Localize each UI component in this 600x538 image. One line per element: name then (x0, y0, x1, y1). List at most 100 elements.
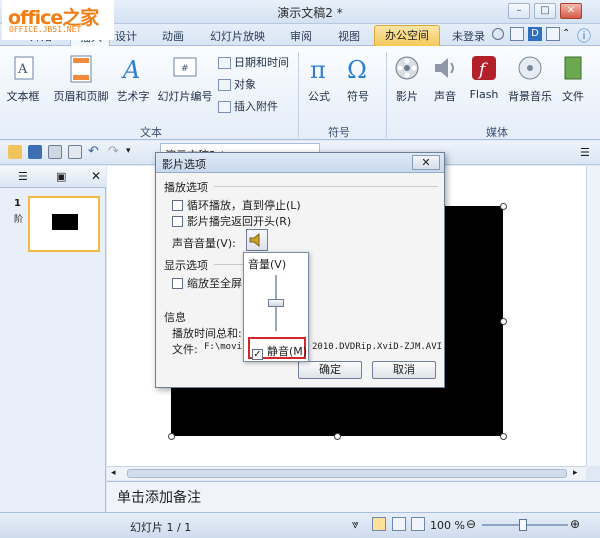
info-icon[interactable]: ⓘ (577, 26, 591, 46)
resize-handle[interactable] (500, 203, 507, 210)
slide-panel-tabs: ☰ ▣ ✕ (0, 166, 106, 188)
resize-handle[interactable] (500, 433, 507, 440)
svg-text:π: π (310, 56, 326, 84)
fullscreen-label: 缩放至全屏 (187, 277, 242, 290)
chevron-up-icon[interactable]: ⌃ (562, 28, 570, 39)
slideshow-view-icon[interactable] (411, 517, 425, 531)
paperclip-icon (218, 101, 231, 113)
tab-design[interactable]: 设计 (115, 28, 137, 44)
group-label-symbol: 符号 (328, 126, 350, 139)
slide-thumbnail[interactable] (28, 196, 100, 252)
wordart-button[interactable]: A 艺术字 (114, 54, 152, 104)
minimize-button[interactable]: – (508, 3, 530, 19)
scroll-left-icon[interactable]: ◂ (111, 468, 116, 478)
file-button[interactable]: 文件 (558, 54, 588, 104)
vertical-scrollbar[interactable] (586, 166, 600, 466)
date-time-button[interactable]: 日期和时间 (218, 54, 289, 70)
zoom-out-icon[interactable]: ⊖ (466, 517, 476, 531)
sound-button[interactable]: 声音 (428, 54, 462, 104)
ribbon: A 文本框 页眉和页脚 A 艺术字 # 幻灯片编号 日期和时间 对象 插入附件 … (0, 46, 600, 140)
movie-button[interactable]: 影片 (390, 54, 424, 104)
mute-checkbox[interactable]: ✓ 静音(M) (252, 343, 307, 360)
undo-icon[interactable]: ↶ (88, 144, 99, 159)
fullscreen-checkbox-box[interactable] (172, 278, 183, 289)
loop-checkbox-box[interactable] (172, 200, 183, 211)
header-footer-button[interactable]: 页眉和页脚 (52, 54, 110, 104)
calendar-icon (218, 57, 231, 69)
wordart-label: 艺术字 (116, 90, 150, 103)
background-music-button[interactable]: 背景音乐 (506, 54, 554, 104)
object-button[interactable]: 对象 (218, 76, 256, 92)
slide-number-button[interactable]: # 幻灯片编号 (156, 54, 214, 104)
cancel-button[interactable]: 取消 (372, 361, 436, 379)
dialog-close-button[interactable]: ✕ (412, 155, 440, 170)
menu-list-icon[interactable]: ☰ (580, 146, 590, 159)
group-label-text: 文本 (140, 126, 162, 139)
sorter-view-icon[interactable] (392, 517, 406, 531)
scroll-right-icon[interactable]: ▸ (573, 468, 578, 478)
zoom-slider-thumb[interactable] (519, 519, 527, 531)
group-label-media: 媒体 (486, 126, 508, 139)
info-section-label: 信息 (164, 311, 186, 324)
tab-animation[interactable]: 动画 (162, 28, 184, 44)
close-button[interactable]: ✕ (560, 3, 582, 19)
rewind-checkbox[interactable]: 影片播完返回开头(R) (172, 213, 291, 229)
rewind-checkbox-box[interactable] (172, 216, 183, 227)
pi-icon: π (305, 54, 333, 84)
document-icon[interactable] (546, 27, 560, 41)
filter-icon[interactable]: ⩔ (352, 517, 359, 532)
tab-view[interactable]: 视图 (338, 28, 360, 44)
tab-slideshow[interactable]: 幻灯片放映 (210, 28, 265, 44)
window-title: 演示文稿2 * (277, 6, 343, 20)
qat-dropdown-icon[interactable]: ▾ (126, 146, 131, 156)
scroll-thumb[interactable] (127, 469, 567, 478)
slides-tab-icon[interactable]: ▣ (56, 170, 66, 183)
svg-text:#: # (181, 64, 189, 74)
flash-button[interactable]: f Flash (466, 54, 502, 101)
object-icon (218, 79, 231, 91)
file-path-end: 2010.DVDRip.XviD-ZJM.AVI (312, 342, 443, 352)
slide-number-label: 幻灯片编号 (157, 90, 213, 103)
fullscreen-checkbox[interactable]: 缩放至全屏 (172, 275, 242, 291)
save-icon[interactable] (28, 145, 42, 159)
print-preview-icon[interactable] (68, 145, 82, 159)
file-icon (559, 54, 587, 84)
slide-panel: ☰ ▣ ✕ 1 阶 (0, 166, 106, 512)
status-bar: 幻灯片 1 / 1 ⩔ 100 % ⊖ ⊕ (0, 512, 600, 538)
insert-attachment-button[interactable]: 插入附件 (218, 98, 278, 114)
help-icon[interactable] (492, 28, 504, 40)
tab-review[interactable]: 审阅 (290, 28, 312, 44)
maximize-button[interactable]: □ (534, 3, 556, 19)
movie-label: 影片 (396, 90, 418, 103)
print-icon[interactable] (48, 145, 62, 159)
tab-office-space[interactable]: 办公空间 (374, 25, 440, 46)
textbox-icon: A (9, 54, 37, 84)
textbox-label: 文本框 (6, 90, 40, 103)
loop-checkbox[interactable]: 循环播放，直到停止(L) (172, 197, 301, 213)
mute-checkbox-box[interactable]: ✓ (252, 349, 263, 360)
symbol-button[interactable]: Ω 符号 (340, 54, 376, 104)
textbox-button[interactable]: A 文本框 (2, 54, 44, 104)
skin-icon[interactable] (510, 27, 524, 41)
ok-button[interactable]: 确定 (298, 361, 362, 379)
volume-button[interactable] (246, 229, 268, 251)
mute-label: 静音(M) (267, 345, 308, 358)
login-link[interactable]: 未登录 (452, 28, 485, 44)
close-panel-icon[interactable]: ✕ (91, 169, 101, 183)
resize-handle[interactable] (500, 318, 507, 325)
volume-slider-thumb[interactable] (268, 299, 284, 307)
zoom-in-icon[interactable]: ⊕ (570, 517, 580, 531)
redo-icon[interactable]: ↷ (108, 144, 119, 159)
notes-pane[interactable]: 单击添加备注 (107, 481, 600, 512)
resize-handle[interactable] (168, 433, 175, 440)
logo-url: OFFICE.JB51.NET (9, 25, 82, 34)
file-label: 文件: (172, 343, 198, 356)
formula-button[interactable]: π 公式 (302, 54, 336, 104)
d-logo-icon[interactable]: D (528, 27, 542, 41)
open-folder-icon[interactable] (8, 145, 22, 159)
object-label: 对象 (234, 78, 256, 91)
normal-view-icon[interactable] (372, 517, 386, 531)
horizontal-scrollbar[interactable]: ◂ ▸ (107, 466, 586, 480)
resize-handle[interactable] (334, 433, 341, 440)
outline-tab-icon[interactable]: ☰ (18, 170, 28, 183)
